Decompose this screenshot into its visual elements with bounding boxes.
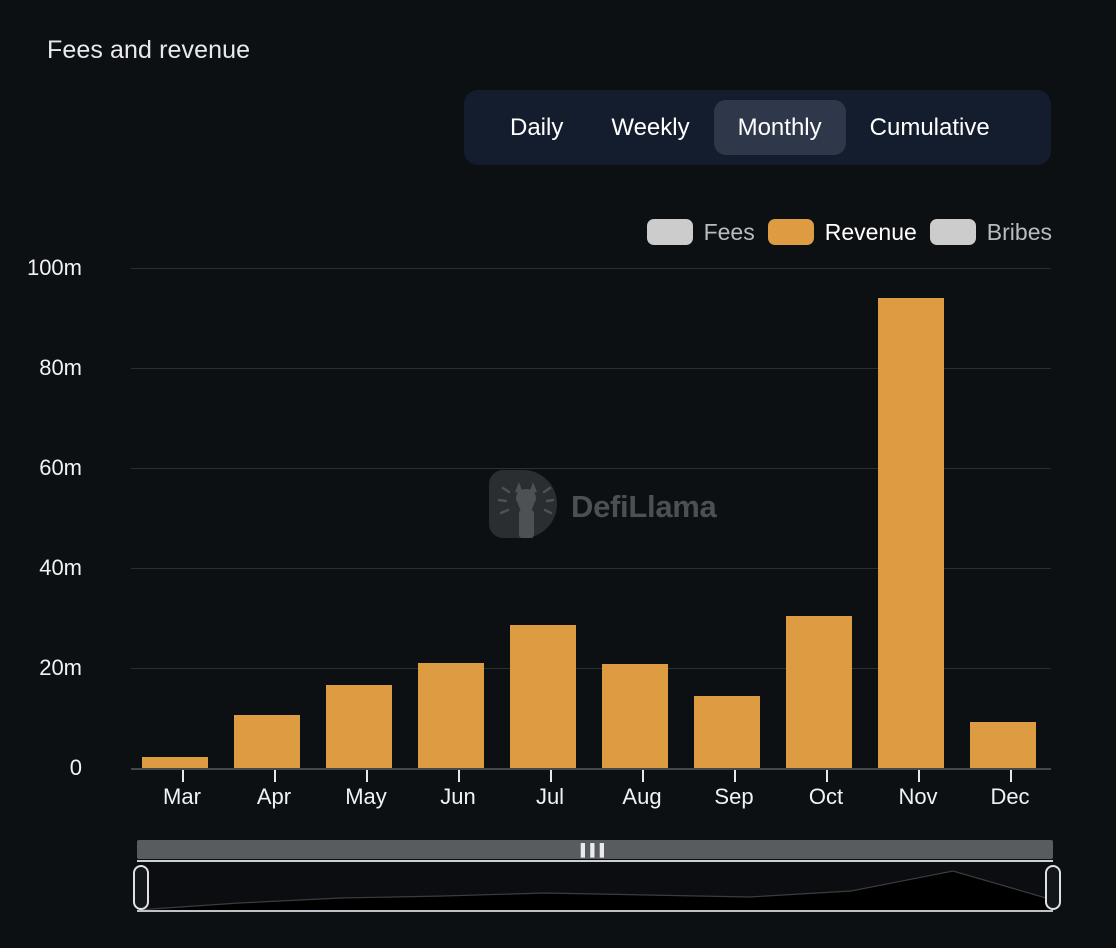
- x-axis-tick-label: Aug: [622, 784, 662, 809]
- gridline: [131, 468, 1051, 469]
- y-axis-tick-label: 80m: [39, 355, 82, 380]
- interval-tab-weekly[interactable]: Weekly: [587, 100, 713, 155]
- x-axis-tick: [734, 770, 736, 782]
- gridline: [131, 368, 1051, 369]
- x-axis-tick: [550, 770, 552, 782]
- bar-dec[interactable]: [970, 721, 1036, 768]
- defillama-watermark: DefiLlama: [489, 470, 717, 543]
- interval-tab-group: Daily Weekly Monthly Cumulative: [464, 90, 1051, 165]
- x-axis-tick-label: May: [345, 784, 387, 809]
- gridline: [131, 668, 1051, 669]
- x-axis-tick: [458, 770, 460, 782]
- x-axis-tick-label: Oct: [808, 784, 844, 809]
- x-axis-tick-label: Jul: [535, 784, 565, 809]
- x-axis-tick-label: Dec: [990, 784, 1030, 809]
- legend-swatch-fees: [646, 219, 693, 245]
- defillama-logo-icon: [489, 470, 557, 543]
- x-axis-tick: [274, 770, 276, 782]
- x-axis-tick: [366, 770, 368, 782]
- x-axis-tick: [182, 770, 184, 782]
- legend-swatch-bribes: [929, 219, 976, 245]
- bar-sep[interactable]: [694, 695, 760, 768]
- legend-item-bribes[interactable]: Bribes: [929, 218, 1052, 246]
- page-title: Fees and revenue: [47, 36, 251, 64]
- x-axis-tick: [1010, 770, 1012, 782]
- brush-track[interactable]: ▌▌▌: [137, 840, 1053, 859]
- interval-tab-daily[interactable]: Daily: [486, 100, 587, 155]
- brush-selection-window[interactable]: [137, 860, 1053, 912]
- y-axis-tick-label: 40m: [39, 555, 82, 580]
- legend-label-fees: Fees: [703, 218, 755, 245]
- bar-jul[interactable]: [510, 624, 576, 768]
- x-axis-tick-label: Apr: [256, 784, 292, 809]
- watermark-label: DefiLlama: [571, 488, 717, 524]
- x-axis-tick-label: Sep: [714, 784, 754, 809]
- brush-preview-sparkline: [137, 870, 1053, 910]
- bar-aug[interactable]: [602, 664, 668, 768]
- y-axis-tick-label: 100m: [26, 255, 82, 280]
- legend-label-revenue: Revenue: [824, 218, 917, 245]
- gridline: [131, 268, 1051, 269]
- x-axis-tick-label: Jun: [440, 784, 476, 809]
- bar-oct[interactable]: [786, 615, 852, 768]
- interval-tab-monthly[interactable]: Monthly: [713, 100, 846, 155]
- brush-handle-left-icon[interactable]: [133, 865, 149, 910]
- drag-grip-icon[interactable]: ▌▌▌: [581, 844, 610, 856]
- legend-label-bribes: Bribes: [986, 218, 1052, 245]
- y-axis-tick-label: 20m: [39, 655, 82, 680]
- x-axis-tick: [826, 770, 828, 782]
- x-axis-line: [131, 768, 1051, 770]
- x-axis-tick: [918, 770, 920, 782]
- y-axis-tick-label: 0: [69, 755, 82, 780]
- x-axis-tick: [642, 770, 644, 782]
- fees-and-revenue-chart-panel: Fees and revenue Daily Weekly Monthly Cumul…: [0, 0, 1116, 948]
- interval-tab-cumulative[interactable]: Cumulative: [846, 100, 1014, 155]
- legend-item-revenue[interactable]: Revenue: [767, 218, 917, 246]
- bar-nov[interactable]: [878, 298, 944, 768]
- legend-swatch-revenue: [767, 219, 814, 245]
- chart-legend: Fees Revenue Bribes: [646, 216, 1052, 248]
- bar-jun[interactable]: [418, 663, 484, 768]
- x-axis-tick-label: Mar: [163, 784, 201, 809]
- bar-apr[interactable]: [234, 715, 300, 768]
- x-axis-tick-label: Nov: [898, 784, 938, 809]
- bar-mar[interactable]: [142, 757, 208, 768]
- gridline: [131, 568, 1051, 569]
- bar-may[interactable]: [326, 685, 392, 768]
- range-brush[interactable]: ▌▌▌: [133, 840, 1061, 918]
- legend-item-fees[interactable]: Fees: [646, 218, 755, 246]
- brush-handle-right-icon[interactable]: [1045, 865, 1061, 910]
- y-axis-tick-label: 60m: [39, 455, 82, 480]
